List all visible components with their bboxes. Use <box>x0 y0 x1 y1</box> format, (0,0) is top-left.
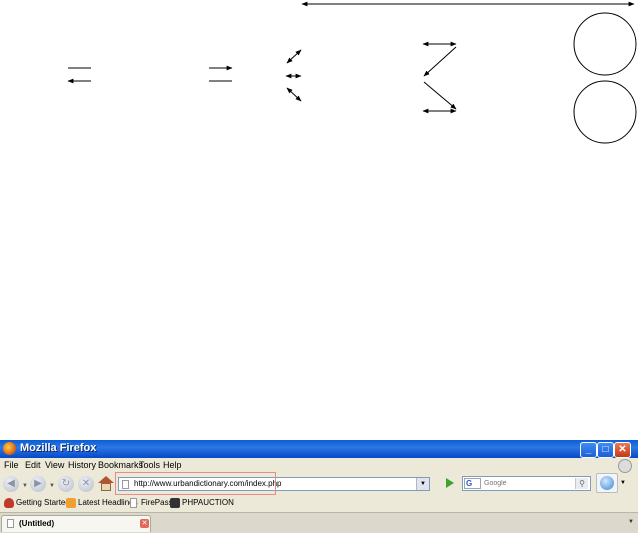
reload-icon[interactable]: ↻ <box>58 476 74 492</box>
zigzag-diag-down <box>423 81 457 110</box>
menu-edit[interactable]: Edit <box>25 460 41 470</box>
tab-title: (Untitled) <box>19 519 55 528</box>
toolbar-addon-icon[interactable] <box>596 473 618 493</box>
menu-bookmarks[interactable]: Bookmarks <box>98 460 143 470</box>
page-icon <box>130 498 137 508</box>
diag-arrow-down <box>286 87 302 102</box>
phpauction-icon <box>170 498 180 508</box>
bookmark-firepass[interactable]: FirePass <box>141 498 173 507</box>
forward-history-dropdown-icon[interactable]: ▼ <box>49 483 55 489</box>
menu-bar: File Edit View History Bookmarks Tools H… <box>0 458 638 472</box>
tab-bar: (Untitled) ✕ ▼ <box>0 512 638 533</box>
tab-untitled[interactable]: (Untitled) ✕ <box>1 515 151 532</box>
arrow-diagram <box>67 1 637 144</box>
search-engine-icon[interactable]: G <box>464 478 481 489</box>
url-dropdown-icon[interactable]: ▼ <box>416 478 429 490</box>
menu-view[interactable]: View <box>45 460 64 470</box>
bookmarks-toolbar: Getting Started Latest Headlines FirePas… <box>0 496 638 512</box>
back-arrow-icon[interactable]: ◀ <box>3 476 19 492</box>
circle-top <box>573 12 637 76</box>
url-highlight-box <box>115 472 276 495</box>
firefox-window: Mozilla Firefox _ □ ✕ File Edit View His… <box>0 440 638 533</box>
menu-help[interactable]: Help <box>163 460 182 470</box>
home-icon[interactable] <box>98 476 114 492</box>
bookmark-getting-started[interactable]: Getting Started <box>16 498 70 507</box>
rss-feed-icon <box>66 498 76 508</box>
close-icon[interactable]: ✕ <box>614 442 631 458</box>
menu-history[interactable]: History <box>68 460 96 470</box>
activity-throbber-icon <box>618 459 632 473</box>
search-box[interactable]: G ⚲ <box>462 476 591 491</box>
tab-close-icon[interactable]: ✕ <box>140 519 149 528</box>
firefox-logo-icon <box>3 442 16 455</box>
stop-icon[interactable]: ✕ <box>78 476 94 492</box>
bookmark-latest-headlines[interactable]: Latest Headlines <box>78 498 138 507</box>
search-input[interactable] <box>484 478 564 489</box>
diag-arrow-up <box>286 49 302 64</box>
menu-file[interactable]: File <box>4 460 19 470</box>
back-history-dropdown-icon[interactable]: ▼ <box>22 483 28 489</box>
circle-bottom <box>573 80 637 144</box>
page-icon <box>7 519 14 528</box>
magnifier-icon[interactable]: ⚲ <box>575 478 588 489</box>
bookmark-phpauction[interactable]: PHPAUCTION <box>182 498 234 507</box>
menu-tools[interactable]: Tools <box>139 460 160 470</box>
zigzag-diag-up <box>423 46 457 77</box>
title-bar: Mozilla Firefox _ □ ✕ <box>0 440 638 458</box>
maximize-icon[interactable]: □ <box>597 442 614 458</box>
forward-arrow-icon[interactable]: ▶ <box>30 476 46 492</box>
tab-list-dropdown-icon[interactable]: ▼ <box>628 519 634 525</box>
go-arrow-icon[interactable] <box>444 477 456 489</box>
getting-started-icon <box>4 498 14 508</box>
addon-dropdown-icon[interactable]: ▼ <box>620 480 626 486</box>
window-title: Mozilla Firefox <box>20 442 97 454</box>
minimize-icon[interactable]: _ <box>580 442 597 458</box>
